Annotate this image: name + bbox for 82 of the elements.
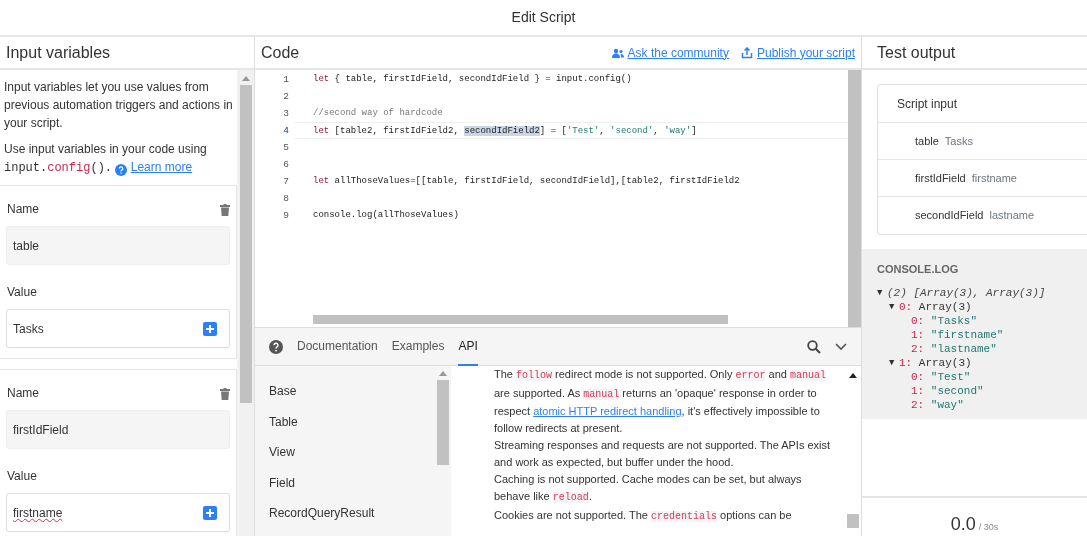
intro-text: Input variables let you use values from previous automation triggers and actions in your script. bbox=[3, 79, 234, 132]
code-line: let { table, firstIdField, secondIdField } = input.config() bbox=[312, 73, 633, 86]
section-item[interactable]: Field bbox=[255, 467, 309, 498]
input-value: Tasks bbox=[944, 133, 973, 149]
input-key: firstIdField bbox=[915, 169, 966, 187]
console-line: 2: "way" bbox=[910, 397, 965, 412]
help-icon[interactable] bbox=[115, 163, 128, 175]
panel-title: Code bbox=[261, 42, 300, 63]
paragraph: The follow redirect mode is not supported. Only error and manual are supported. As manual returns an 'opaque' response in order to respect atomic HTTP redirect handling, it's effectively impossible to follow redirects at present. bbox=[494, 367, 827, 436]
line-number: 6 bbox=[282, 158, 290, 172]
console-line: 1: "second" bbox=[910, 383, 985, 398]
elapsed-time: 0.0 bbox=[950, 514, 976, 534]
field-label: Name bbox=[7, 201, 39, 218]
scrollbar[interactable] bbox=[237, 70, 254, 536]
section-item[interactable]: Base bbox=[255, 376, 311, 407]
usage-text: Use input variables in your code using bbox=[4, 141, 207, 158]
paragraph: Caching is not supported. Cache modes can be set, but always behave like reload. bbox=[494, 472, 803, 505]
name-field[interactable]: firstIdField bbox=[6, 410, 230, 449]
input-value: firstname bbox=[971, 170, 1017, 186]
line-number: 3 bbox=[282, 107, 290, 121]
scroll-thumb[interactable] bbox=[436, 380, 449, 465]
code-editor[interactable] bbox=[255, 70, 861, 328]
code-line: let [table2, firstIdField2, secondIdField2] = ['Test', 'second', 'way'] bbox=[295, 122, 848, 139]
window-title: Edit Script bbox=[511, 8, 576, 27]
upload-icon bbox=[740, 46, 753, 59]
tab[interactable]: Documentation bbox=[297, 327, 378, 366]
code-line: console.log(allThoseValues) bbox=[312, 209, 460, 222]
paragraph: Cookies are not supported. The credentials options can be bbox=[494, 508, 793, 524]
tab[interactable]: API bbox=[458, 327, 478, 366]
code-snippet: input.config(). bbox=[4, 161, 113, 175]
scrollbar[interactable] bbox=[313, 315, 728, 324]
scroll-thumb[interactable] bbox=[846, 514, 859, 528]
line-number: 7 bbox=[282, 175, 290, 189]
console-line: 1: "firstname" bbox=[910, 327, 1005, 342]
section-item[interactable]: View bbox=[255, 437, 309, 468]
learn-more-link[interactable]: Learn more bbox=[130, 160, 193, 174]
console-line: ▼ 1: Array(3) bbox=[888, 355, 973, 370]
field-label: Value bbox=[7, 468, 38, 485]
link[interactable]: Ask the community bbox=[611, 43, 729, 62]
section-item[interactable]: RecordQueryResult bbox=[255, 498, 389, 529]
field-label: Name bbox=[7, 385, 39, 402]
line-number: 4 bbox=[282, 124, 290, 138]
code-line: let allThoseValues=[[table, firstIdField, secondIdField],[table2, firstIdField2 bbox=[312, 175, 741, 188]
line-number: 5 bbox=[282, 141, 290, 155]
section-item[interactable]: Table bbox=[255, 406, 312, 437]
console-title: CONSOLE.LOG bbox=[877, 262, 960, 277]
trash-icon[interactable] bbox=[220, 388, 230, 400]
console-line: 2: "lastname" bbox=[910, 341, 998, 356]
people-icon bbox=[611, 47, 624, 58]
tab[interactable]: Examples bbox=[391, 327, 445, 366]
help-icon[interactable] bbox=[269, 339, 283, 354]
line-number: 2 bbox=[282, 90, 290, 104]
input-value: lastname bbox=[989, 208, 1035, 224]
link[interactable]: Publish your script bbox=[740, 43, 855, 62]
link[interactable]: atomic HTTP redirect handling bbox=[533, 405, 682, 417]
line-number: 9 bbox=[282, 209, 290, 223]
time-limit: / 30s bbox=[978, 520, 999, 534]
line-number: 1 bbox=[282, 73, 290, 87]
search-icon[interactable] bbox=[807, 339, 821, 354]
console-line: 0: "Tasks" bbox=[910, 313, 978, 328]
input-key: secondIdField bbox=[915, 207, 984, 224]
plus-icon[interactable] bbox=[203, 321, 217, 336]
line-number: 8 bbox=[282, 192, 290, 206]
scroll-thumb[interactable] bbox=[239, 85, 252, 403]
console-line: ▼ 0: Array(3) bbox=[888, 299, 973, 314]
plus-icon[interactable] bbox=[203, 505, 217, 520]
panel-title: Test output bbox=[877, 42, 956, 63]
input-key: table bbox=[915, 132, 939, 150]
code-line: //second way of hardcode bbox=[312, 107, 444, 120]
name-field[interactable]: table bbox=[6, 226, 230, 265]
field-label: Value bbox=[7, 284, 38, 301]
console-line: 0: "Test" bbox=[910, 369, 972, 384]
paragraph: Streaming responses and requests are not supported. The APIs exist and work as expected, but buffer under the hood. bbox=[494, 438, 832, 470]
card-title: Script input bbox=[897, 95, 958, 113]
value-field[interactable]: Tasks bbox=[6, 309, 230, 348]
scroll-up-arrow-icon[interactable] bbox=[848, 372, 857, 378]
console-line: ▼ (2) [Array(3), Array(3)] bbox=[877, 285, 1047, 300]
scrollbar[interactable] bbox=[848, 70, 861, 327]
value-field[interactable]: firstname bbox=[6, 493, 230, 532]
chevron-down-icon[interactable] bbox=[835, 342, 847, 351]
panel-title: Input variables bbox=[6, 42, 111, 63]
trash-icon[interactable] bbox=[220, 204, 230, 216]
